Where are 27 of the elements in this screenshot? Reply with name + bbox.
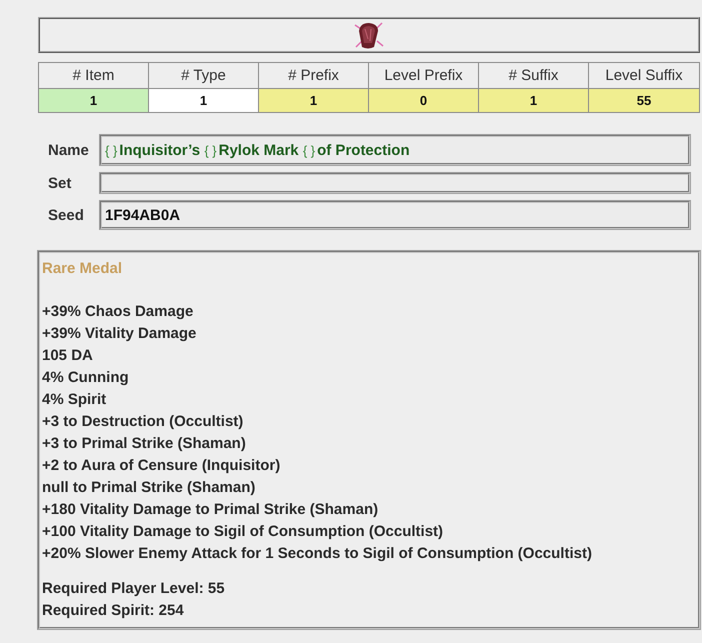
table-cell: 1 bbox=[149, 89, 259, 112]
field-label: Set bbox=[47, 174, 72, 192]
field-label: Name bbox=[47, 142, 90, 158]
stat-line: +3 to Destruction (Occultist) bbox=[42, 412, 244, 432]
stat-line: 4% Spirit bbox=[42, 390, 108, 410]
text-field[interactable] bbox=[100, 173, 690, 193]
stat-line: +100 Vitality Damage to Sigil of Consumption (Occultist) bbox=[42, 522, 444, 542]
text-field[interactable]: 1F94AB0A bbox=[100, 201, 690, 229]
text-field[interactable]: { }Inquisitor’s { }Rylok Mark { }of Protection bbox=[100, 135, 690, 165]
stat-line: +3 to Primal Strike (Shaman) bbox=[42, 434, 247, 454]
stat-line: +39% Vitality Damage bbox=[42, 324, 198, 344]
item-rarity-title: Rare Medal bbox=[42, 259, 124, 279]
stat-line: +39% Chaos Damage bbox=[42, 302, 194, 322]
stat-line: 105 DA bbox=[42, 346, 94, 366]
stat-line: +180 Vitality Damage to Primal Strike (Shaman) bbox=[42, 500, 380, 520]
table-cell: 1 bbox=[39, 89, 149, 112]
stat-line: +2 to Aura of Censure (Inquisitor) bbox=[42, 456, 282, 476]
table-cell: 1 bbox=[479, 89, 589, 112]
table-cell: 55 bbox=[589, 89, 699, 112]
requirement-line: Required Spirit: 254 bbox=[42, 601, 185, 621]
field-label: Seed bbox=[47, 206, 85, 224]
stat-line: 4% Cunning bbox=[42, 368, 130, 388]
requirement-line: Required Player Level: 55 bbox=[42, 579, 226, 599]
stat-line: null to Primal Strike (Shaman) bbox=[42, 478, 256, 498]
table-cell: 1 bbox=[259, 89, 369, 112]
stat-line: +20% Slower Enemy Attack for 1 Seconds to Sigil of Consumption (Occultist) bbox=[42, 544, 593, 564]
table-cell: 0 bbox=[369, 89, 479, 112]
